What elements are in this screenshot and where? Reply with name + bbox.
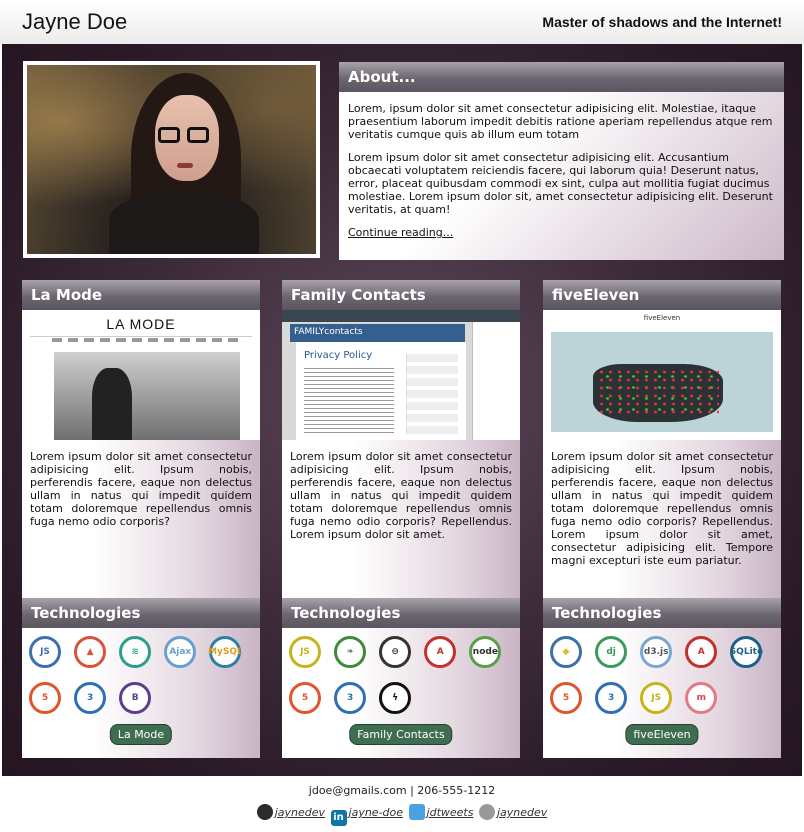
social-links: jaynedev in jayne-doe jdtweets jaynedev xyxy=(0,804,804,826)
github-icon xyxy=(256,804,273,820)
linkedin-icon: in xyxy=(330,810,347,826)
sqlite-icon: SQLite xyxy=(730,636,763,668)
angular-icon: A xyxy=(685,636,718,668)
html5-icon: 5 xyxy=(289,682,321,714)
project-title: La Mode xyxy=(22,280,260,310)
about-paragraph: Lorem ipsum dolor sit amet consectetur a… xyxy=(348,151,773,216)
site-title: Jayne Doe xyxy=(22,9,128,34)
html5-icon: 5 xyxy=(29,682,61,714)
twitter-icon xyxy=(408,804,425,820)
angular-icon: A xyxy=(424,636,457,668)
site-footer: jdoe@gmails.com | 206-555-1212 jaynedev … xyxy=(0,776,804,832)
flash-icon: ϟ xyxy=(379,682,412,714)
main-content: About... Lorem, ipsum dolor sit amet con… xyxy=(2,44,802,776)
fiveeleven-button[interactable]: fiveEleven xyxy=(625,724,699,745)
github-link[interactable]: jaynedev xyxy=(275,806,325,819)
technologies-title: Technologies xyxy=(543,598,781,628)
about-title: About... xyxy=(339,62,784,92)
twitter-link[interactable]: jdtweets xyxy=(427,806,474,819)
express-icon: ⊖ xyxy=(379,636,412,668)
family-contacts-button[interactable]: Family Contacts xyxy=(349,724,453,745)
project-card-la-mode: La Mode LA MODE Lorem ipsum dolor sit am… xyxy=(22,280,260,758)
project-description: Lorem ipsum dolor sit amet consectetur a… xyxy=(30,450,252,528)
project-screenshot[interactable]: FAMILYcontacts Privacy Policy xyxy=(282,310,520,440)
html5-icon: 5 xyxy=(550,682,582,714)
contact-info: jdoe@gmails.com | 206-555-1212 xyxy=(308,784,496,797)
meteor-icon: m xyxy=(685,682,718,714)
technologies-title: Technologies xyxy=(22,598,260,628)
ajax-icon: Ajax xyxy=(164,636,197,668)
python-icon: ◆ xyxy=(550,636,582,668)
project-screenshot[interactable]: fiveEleven xyxy=(543,310,781,440)
profile-photo xyxy=(23,61,320,258)
about-paragraph: Lorem, ipsum dolor sit amet consectetur … xyxy=(348,102,773,141)
site-header: Jayne Doe Master of shadows and the Inte… xyxy=(0,0,804,44)
linkedin-link[interactable]: jayne-doe xyxy=(349,806,404,819)
mysql-icon: MySQL xyxy=(208,636,243,668)
project-card-family-contacts: Family Contacts FAMILYcontacts Privacy P… xyxy=(282,280,520,758)
css-icon: ≋ xyxy=(119,636,152,668)
project-screenshot[interactable]: LA MODE xyxy=(22,310,260,440)
bootstrap-icon: B xyxy=(119,682,152,714)
project-card-fiveeleven: fiveEleven fiveEleven Lorem ipsum dolor … xyxy=(543,280,781,758)
mongodb-icon: ❧ xyxy=(334,636,367,668)
javascript-icon: JS xyxy=(640,682,673,714)
codepen-link[interactable]: jaynedev xyxy=(497,806,547,819)
project-title: Family Contacts xyxy=(282,280,520,310)
project-description: Lorem ipsum dolor sit amet consectetur a… xyxy=(551,450,773,567)
project-description: Lorem ipsum dolor sit amet consectetur a… xyxy=(290,450,512,541)
d3js-icon: d3.js xyxy=(640,636,673,668)
javascript-icon: JS xyxy=(289,636,321,668)
django-icon: dj xyxy=(595,636,628,668)
technologies-title: Technologies xyxy=(282,598,520,628)
about-panel: About... Lorem, ipsum dolor sit amet con… xyxy=(339,62,784,260)
css3-icon: 3 xyxy=(334,682,367,714)
la-mode-button[interactable]: La Mode xyxy=(109,724,173,745)
javascript-icon: JS xyxy=(29,636,61,668)
codepen-icon xyxy=(478,804,495,820)
continue-reading-link[interactable]: Continue reading... xyxy=(348,226,453,239)
nodejs-icon: node xyxy=(469,636,502,668)
site-tagline: Master of shadows and the Internet! xyxy=(542,14,782,30)
css3-icon: 3 xyxy=(595,682,628,714)
project-title: fiveEleven xyxy=(543,280,781,310)
code-icon: ▲ xyxy=(74,636,107,668)
css3-icon: 3 xyxy=(74,682,107,714)
